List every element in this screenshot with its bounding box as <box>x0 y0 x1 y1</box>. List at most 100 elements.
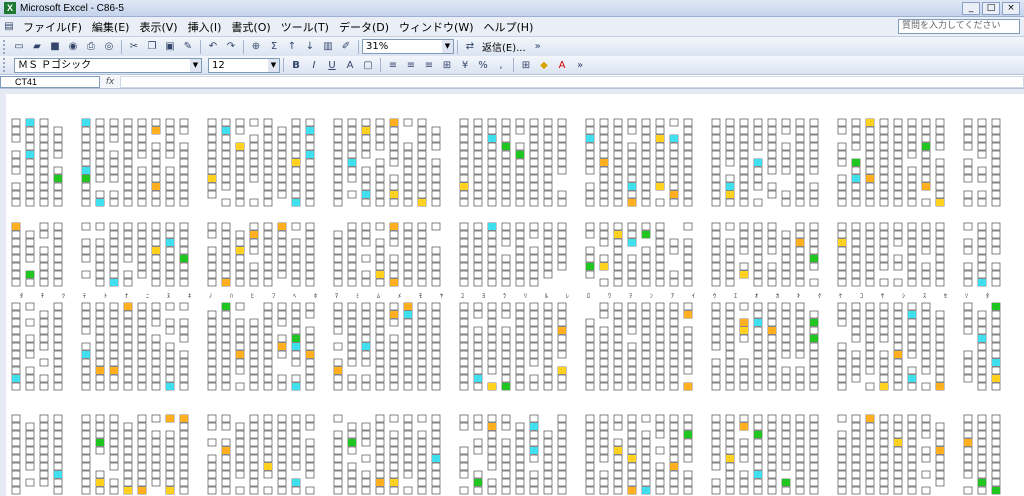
grid-cell[interactable] <box>501 150 511 159</box>
grid-cell[interactable] <box>655 478 665 487</box>
grid-cell[interactable] <box>935 238 945 247</box>
grid-cell[interactable] <box>137 254 147 263</box>
grid-cell[interactable] <box>403 158 413 167</box>
grid-cell[interactable] <box>291 486 301 495</box>
grid-cell[interactable] <box>613 270 623 279</box>
highlighted-cell[interactable] <box>810 255 818 262</box>
reply-button[interactable]: 返信(E)... <box>479 39 529 54</box>
grid-cell[interactable] <box>543 446 553 455</box>
grid-cell[interactable] <box>235 422 245 431</box>
grid-cell[interactable] <box>641 438 651 447</box>
grid-cell[interactable] <box>473 118 483 127</box>
grid-cell[interactable] <box>109 334 119 343</box>
grid-cell[interactable] <box>935 310 945 319</box>
grid-cell[interactable] <box>123 446 133 455</box>
grid-cell[interactable] <box>179 246 189 255</box>
grid-cell[interactable] <box>53 238 63 247</box>
grid-cell[interactable] <box>333 462 343 471</box>
comma-style-icon[interactable]: , <box>493 58 509 73</box>
grid-cell[interactable] <box>837 118 847 127</box>
grid-cell[interactable] <box>375 126 385 135</box>
grid-cell[interactable] <box>291 126 301 135</box>
cell-grid[interactable]: ﾀﾁﾂﾃﾄﾅﾆﾇﾈﾉﾊﾋﾌﾍﾎﾏﾐﾑﾒﾓﾔﾕﾖﾗﾘﾙﾚﾛﾜｦﾝｱｲｳｴｵｶｷｸｹ… <box>0 89 1024 496</box>
grid-cell[interactable] <box>893 422 903 431</box>
grid-cell[interactable] <box>725 278 735 287</box>
grid-cell[interactable] <box>907 318 917 327</box>
chevron-down-icon[interactable]: ▼ <box>442 40 453 53</box>
grid-cell[interactable] <box>291 174 301 183</box>
grid-cell[interactable] <box>11 430 21 439</box>
grid-cell[interactable] <box>543 190 553 199</box>
grid-cell[interactable] <box>137 118 147 127</box>
grid-cell[interactable] <box>263 198 273 207</box>
grid-cell[interactable] <box>613 222 623 231</box>
grid-cell[interactable] <box>305 142 315 151</box>
grid-cell[interactable] <box>837 358 847 367</box>
grid-cell[interactable] <box>137 326 147 335</box>
grid-cell[interactable] <box>851 126 861 135</box>
grid-cell[interactable] <box>165 270 175 279</box>
grid-cell[interactable] <box>543 142 553 151</box>
grid-cell[interactable] <box>291 190 301 199</box>
grid-cell[interactable] <box>515 430 525 439</box>
grid-cell[interactable] <box>683 358 693 367</box>
toolbar-options-icon[interactable]: » <box>572 58 588 73</box>
grid-cell[interactable] <box>613 246 623 255</box>
grid-cell[interactable] <box>305 262 315 271</box>
grid-cell[interactable] <box>655 150 665 159</box>
grid-cell[interactable] <box>249 438 259 447</box>
grid-cell[interactable] <box>123 310 133 319</box>
grid-cell[interactable] <box>81 414 91 423</box>
grid-cell[interactable] <box>515 182 525 191</box>
grid-cell[interactable] <box>403 462 413 471</box>
grid-cell[interactable] <box>263 430 273 439</box>
grid-cell[interactable] <box>431 334 441 343</box>
grid-cell[interactable] <box>207 278 217 287</box>
grid-cell[interactable] <box>641 478 651 487</box>
grid-cell[interactable] <box>585 318 595 327</box>
grid-cell[interactable] <box>151 142 161 151</box>
grid-cell[interactable] <box>165 150 175 159</box>
grid-cell[interactable] <box>403 358 413 367</box>
grid-cell[interactable] <box>277 134 287 143</box>
grid-cell[interactable] <box>207 318 217 327</box>
grid-cell[interactable] <box>333 446 343 455</box>
grid-cell[interactable] <box>837 302 847 311</box>
grid-cell[interactable] <box>361 118 371 127</box>
grid-cell[interactable] <box>501 358 511 367</box>
grid-cell[interactable] <box>375 174 385 183</box>
grid-cell[interactable] <box>865 190 875 199</box>
grid-cell[interactable] <box>613 174 623 183</box>
grid-cell[interactable] <box>599 350 609 359</box>
highlighted-cell[interactable] <box>740 327 748 334</box>
grid-cell[interactable] <box>487 270 497 279</box>
grid-cell[interactable] <box>179 454 189 463</box>
grid-cell[interactable] <box>123 422 133 431</box>
grid-cell[interactable] <box>81 382 91 391</box>
grid-cell[interactable] <box>795 470 805 479</box>
grid-cell[interactable] <box>305 462 315 471</box>
grid-cell[interactable] <box>123 150 133 159</box>
fill-color-icon[interactable]: ◆ <box>536 58 552 73</box>
name-box[interactable]: CT41 <box>0 76 100 88</box>
grid-cell[interactable] <box>991 190 1001 199</box>
grid-cell[interactable] <box>417 254 427 263</box>
grid-cell[interactable] <box>921 262 931 271</box>
highlighted-cell[interactable] <box>922 143 930 150</box>
grid-cell[interactable] <box>851 230 861 239</box>
grid-cell[interactable] <box>907 278 917 287</box>
grid-cell[interactable] <box>221 478 231 487</box>
grid-cell[interactable] <box>53 422 63 431</box>
grid-cell[interactable] <box>501 374 511 383</box>
grid-cell[interactable] <box>459 462 469 471</box>
grid-cell[interactable] <box>963 414 973 423</box>
grid-cell[interactable] <box>795 414 805 423</box>
grid-cell[interactable] <box>767 430 777 439</box>
grid-cell[interactable] <box>403 334 413 343</box>
open-folder-icon[interactable]: ▰ <box>29 39 45 54</box>
grid-cell[interactable] <box>361 230 371 239</box>
grid-cell[interactable] <box>361 278 371 287</box>
grid-cell[interactable] <box>683 414 693 423</box>
grid-cell[interactable] <box>487 278 497 287</box>
grid-cell[interactable] <box>207 254 217 263</box>
